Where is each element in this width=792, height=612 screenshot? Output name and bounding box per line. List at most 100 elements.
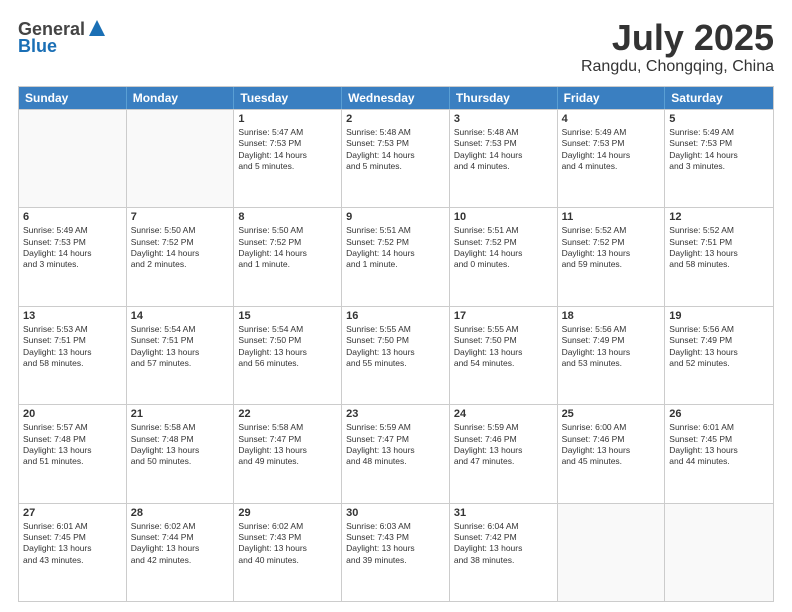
calendar-cell: 5 Sunrise: 5:49 AM Sunset: 7:53 PM Daylig…	[665, 110, 773, 207]
day-info: Sunrise: 5:52 AM Sunset: 7:51 PM Dayligh…	[669, 225, 769, 271]
day-info: Sunrise: 6:03 AM Sunset: 7:43 PM Dayligh…	[346, 521, 445, 567]
day-info: Sunrise: 5:51 AM Sunset: 7:52 PM Dayligh…	[454, 225, 553, 271]
calendar-cell: 12 Sunrise: 5:52 AM Sunset: 7:51 PM Dayli…	[665, 208, 773, 305]
day-number: 18	[562, 310, 661, 322]
day-number: 27	[23, 507, 122, 519]
day-info: Sunrise: 6:01 AM Sunset: 7:45 PM Dayligh…	[23, 521, 122, 567]
calendar-cell: 8 Sunrise: 5:50 AM Sunset: 7:52 PM Daylig…	[234, 208, 342, 305]
day-info: Sunrise: 6:00 AM Sunset: 7:46 PM Dayligh…	[562, 422, 661, 468]
day-info: Sunrise: 6:02 AM Sunset: 7:43 PM Dayligh…	[238, 521, 337, 567]
calendar-cell: 14 Sunrise: 5:54 AM Sunset: 7:51 PM Dayli…	[127, 307, 235, 404]
calendar-cell: 31Sunrise: 6:04 AM Sunset: 7:42 PM Dayli…	[450, 504, 558, 601]
day-info: Sunrise: 5:48 AM Sunset: 7:53 PM Dayligh…	[346, 127, 445, 173]
calendar-cell: 7Sunrise: 5:50 AM Sunset: 7:52 PM Daylig…	[127, 208, 235, 305]
logo: General Blue	[18, 18, 107, 57]
day-number: 4	[562, 113, 661, 125]
day-number: 10	[454, 211, 553, 223]
day-info: Sunrise: 5:47 AM Sunset: 7:53 PM Dayligh…	[238, 127, 337, 173]
day-info: Sunrise: 5:52 AM Sunset: 7:52 PM Dayligh…	[562, 225, 661, 271]
day-number: 5	[669, 113, 769, 125]
weekday-header: Tuesday	[234, 87, 342, 109]
calendar-cell: 19 Sunrise: 5:56 AM Sunset: 7:49 PM Dayli…	[665, 307, 773, 404]
calendar-cell: 21Sunrise: 5:58 AM Sunset: 7:48 PM Dayli…	[127, 405, 235, 502]
day-number: 15	[238, 310, 337, 322]
day-number: 31	[454, 507, 553, 519]
day-number: 2	[346, 113, 445, 125]
day-info: Sunrise: 5:58 AM Sunset: 7:48 PM Dayligh…	[131, 422, 230, 468]
day-info: Sunrise: 5:55 AM Sunset: 7:50 PM Dayligh…	[346, 324, 445, 370]
day-number: 24	[454, 408, 553, 420]
calendar-cell: 17Sunrise: 5:55 AM Sunset: 7:50 PM Dayli…	[450, 307, 558, 404]
day-number: 23	[346, 408, 445, 420]
calendar-row: 20 Sunrise: 5:57 AM Sunset: 7:48 PM Dayli…	[19, 404, 773, 502]
calendar-header: SundayMondayTuesdayWednesdayThursdayFrid…	[19, 87, 773, 109]
calendar-cell	[665, 504, 773, 601]
calendar-cell: 9 Sunrise: 5:51 AM Sunset: 7:52 PM Daylig…	[342, 208, 450, 305]
day-number: 11	[562, 211, 661, 223]
calendar-cell: 10 Sunrise: 5:51 AM Sunset: 7:52 PM Dayli…	[450, 208, 558, 305]
calendar-cell	[558, 504, 666, 601]
day-info: Sunrise: 5:48 AM Sunset: 7:53 PM Dayligh…	[454, 127, 553, 173]
calendar-cell	[19, 110, 127, 207]
day-number: 20	[23, 408, 122, 420]
day-number: 30	[346, 507, 445, 519]
day-number: 6	[23, 211, 122, 223]
day-info: Sunrise: 5:54 AM Sunset: 7:51 PM Dayligh…	[131, 324, 230, 370]
day-number: 3	[454, 113, 553, 125]
day-info: Sunrise: 5:50 AM Sunset: 7:52 PM Dayligh…	[238, 225, 337, 271]
weekday-header: Friday	[558, 87, 666, 109]
month-title: July 2025	[581, 18, 774, 58]
calendar-cell: 25Sunrise: 6:00 AM Sunset: 7:46 PM Dayli…	[558, 405, 666, 502]
header: General Blue July 2025 Rangdu, Chongqing…	[18, 18, 774, 76]
title-block: July 2025 Rangdu, Chongqing, China	[581, 18, 774, 76]
calendar-cell: 26 Sunrise: 6:01 AM Sunset: 7:45 PM Dayli…	[665, 405, 773, 502]
day-info: Sunrise: 5:53 AM Sunset: 7:51 PM Dayligh…	[23, 324, 122, 370]
day-info: Sunrise: 5:59 AM Sunset: 7:46 PM Dayligh…	[454, 422, 553, 468]
day-info: Sunrise: 5:56 AM Sunset: 7:49 PM Dayligh…	[669, 324, 769, 370]
calendar-cell: 29Sunrise: 6:02 AM Sunset: 7:43 PM Dayli…	[234, 504, 342, 601]
page: General Blue July 2025 Rangdu, Chongqing…	[0, 0, 792, 612]
day-number: 8	[238, 211, 337, 223]
day-number: 9	[346, 211, 445, 223]
day-number: 14	[131, 310, 230, 322]
day-number: 1	[238, 113, 337, 125]
location-title: Rangdu, Chongqing, China	[581, 58, 774, 76]
calendar-cell: 22Sunrise: 5:58 AM Sunset: 7:47 PM Dayli…	[234, 405, 342, 502]
calendar-cell: 24 Sunrise: 5:59 AM Sunset: 7:46 PM Dayli…	[450, 405, 558, 502]
day-number: 28	[131, 507, 230, 519]
day-info: Sunrise: 5:51 AM Sunset: 7:52 PM Dayligh…	[346, 225, 445, 271]
calendar-row: 27 Sunrise: 6:01 AM Sunset: 7:45 PM Dayli…	[19, 503, 773, 601]
weekday-header: Wednesday	[342, 87, 450, 109]
logo-icon	[87, 18, 107, 38]
calendar-cell: 23 Sunrise: 5:59 AM Sunset: 7:47 PM Dayli…	[342, 405, 450, 502]
calendar-cell: 27 Sunrise: 6:01 AM Sunset: 7:45 PM Dayli…	[19, 504, 127, 601]
calendar-cell: 28Sunrise: 6:02 AM Sunset: 7:44 PM Dayli…	[127, 504, 235, 601]
day-number: 12	[669, 211, 769, 223]
day-info: Sunrise: 5:57 AM Sunset: 7:48 PM Dayligh…	[23, 422, 122, 468]
day-number: 26	[669, 408, 769, 420]
day-info: Sunrise: 5:50 AM Sunset: 7:52 PM Dayligh…	[131, 225, 230, 271]
day-number: 16	[346, 310, 445, 322]
day-number: 13	[23, 310, 122, 322]
day-info: Sunrise: 5:59 AM Sunset: 7:47 PM Dayligh…	[346, 422, 445, 468]
day-info: Sunrise: 5:49 AM Sunset: 7:53 PM Dayligh…	[669, 127, 769, 173]
day-info: Sunrise: 5:49 AM Sunset: 7:53 PM Dayligh…	[23, 225, 122, 271]
day-info: Sunrise: 5:55 AM Sunset: 7:50 PM Dayligh…	[454, 324, 553, 370]
weekday-header: Saturday	[665, 87, 773, 109]
day-number: 19	[669, 310, 769, 322]
calendar-cell: 15Sunrise: 5:54 AM Sunset: 7:50 PM Dayli…	[234, 307, 342, 404]
calendar: SundayMondayTuesdayWednesdayThursdayFrid…	[18, 86, 774, 602]
calendar-row: 13 Sunrise: 5:53 AM Sunset: 7:51 PM Dayli…	[19, 306, 773, 404]
day-info: Sunrise: 5:49 AM Sunset: 7:53 PM Dayligh…	[562, 127, 661, 173]
calendar-cell: 1 Sunrise: 5:47 AM Sunset: 7:53 PM Daylig…	[234, 110, 342, 207]
calendar-cell: 16 Sunrise: 5:55 AM Sunset: 7:50 PM Dayli…	[342, 307, 450, 404]
calendar-cell	[127, 110, 235, 207]
calendar-row: 1 Sunrise: 5:47 AM Sunset: 7:53 PM Daylig…	[19, 109, 773, 207]
day-info: Sunrise: 6:01 AM Sunset: 7:45 PM Dayligh…	[669, 422, 769, 468]
calendar-cell: 13 Sunrise: 5:53 AM Sunset: 7:51 PM Dayli…	[19, 307, 127, 404]
day-info: Sunrise: 5:56 AM Sunset: 7:49 PM Dayligh…	[562, 324, 661, 370]
calendar-row: 6 Sunrise: 5:49 AM Sunset: 7:53 PM Daylig…	[19, 207, 773, 305]
day-number: 22	[238, 408, 337, 420]
calendar-cell: 2 Sunrise: 5:48 AM Sunset: 7:53 PM Daylig…	[342, 110, 450, 207]
calendar-cell: 11 Sunrise: 5:52 AM Sunset: 7:52 PM Dayli…	[558, 208, 666, 305]
